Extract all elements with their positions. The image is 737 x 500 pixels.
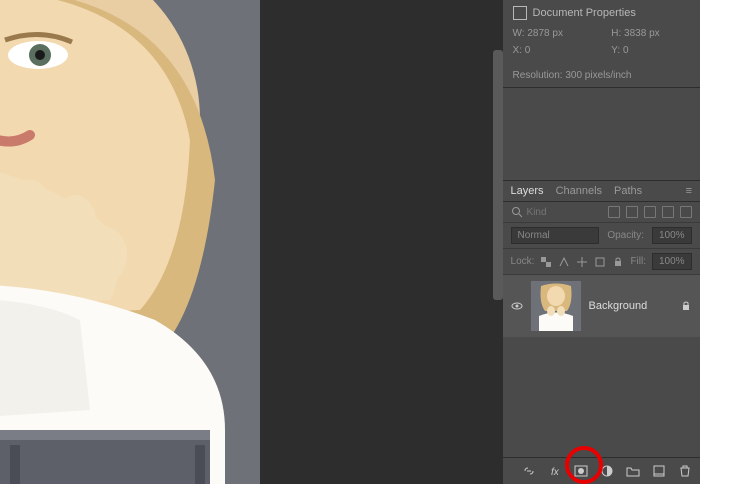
lock-row: Lock: Fill: 100% [503,249,700,275]
layer-filter-input[interactable] [527,207,587,218]
fill-input[interactable]: 100% [652,253,692,270]
link-layers-icon[interactable] [522,464,536,478]
layer-style-icon[interactable]: fx [548,464,562,478]
lock-position-icon[interactable] [576,256,588,268]
new-layer-icon[interactable] [652,464,666,478]
blend-mode-select[interactable]: Normal [511,227,600,244]
properties-title: Document Properties [533,7,636,19]
canvas-photo[interactable] [0,0,260,484]
lock-label: Lock: [511,256,535,267]
canvas-dark-area [260,0,503,484]
blend-row: Normal Opacity: 100% [503,223,700,249]
visibility-eye-icon[interactable] [511,300,523,312]
layer-filter-row [503,202,700,223]
properties-panel: Document Properties W: 2878 px H: 3838 p… [503,0,700,88]
lock-all-icon[interactable] [612,256,624,268]
layer-name[interactable]: Background [589,300,672,312]
lock-transparency-icon[interactable] [540,256,552,268]
y-field[interactable]: Y: 0 [611,45,690,56]
delete-layer-icon[interactable] [678,464,692,478]
layers-bottom-bar: fx [503,457,700,484]
opacity-input[interactable]: 100% [652,227,692,244]
panel-menu-icon[interactable]: ≡ [686,185,692,197]
layer-lock-icon[interactable] [680,300,692,312]
search-icon [511,206,523,218]
width-field[interactable]: W: 2878 px [513,28,592,39]
tab-paths[interactable]: Paths [614,185,642,197]
document-icon [513,6,527,20]
new-group-icon[interactable] [626,464,640,478]
x-field[interactable]: X: 0 [513,45,592,56]
lock-pixels-icon[interactable] [558,256,570,268]
properties-header: Document Properties [513,6,690,20]
panel-tabs: Layers Channels Paths ≡ [503,181,700,202]
height-field[interactable]: H: 3838 px [611,28,690,39]
canvas-area [0,0,503,484]
vertical-scrollbar[interactable] [493,50,503,300]
tab-channels[interactable]: Channels [556,185,602,197]
filter-shape-icon[interactable] [662,206,674,218]
add-mask-icon[interactable] [574,464,588,478]
tab-layers[interactable]: Layers [511,185,544,197]
filter-adjustment-icon[interactable] [626,206,638,218]
layer-thumbnail[interactable] [531,281,581,331]
right-panels: Document Properties W: 2878 px H: 3838 p… [503,0,700,484]
adjustment-layer-icon[interactable] [600,464,614,478]
panel-spacer [503,88,700,180]
filter-pixel-icon[interactable] [608,206,620,218]
lock-artboard-icon[interactable] [594,256,606,268]
layers-panel: Layers Channels Paths ≡ Normal Opacity: [503,180,700,484]
layers-empty-area [503,337,700,457]
opacity-label: Opacity: [607,230,644,241]
app-window: Document Properties W: 2878 px H: 3838 p… [0,0,700,484]
filter-smart-icon[interactable] [680,206,692,218]
fill-label: Fill: [630,256,646,267]
filter-type-icon[interactable] [644,206,656,218]
resolution-field[interactable]: Resolution: 300 pixels/inch [513,70,690,81]
svg-text:fx: fx [551,467,560,478]
layer-row[interactable]: Background [503,275,700,337]
